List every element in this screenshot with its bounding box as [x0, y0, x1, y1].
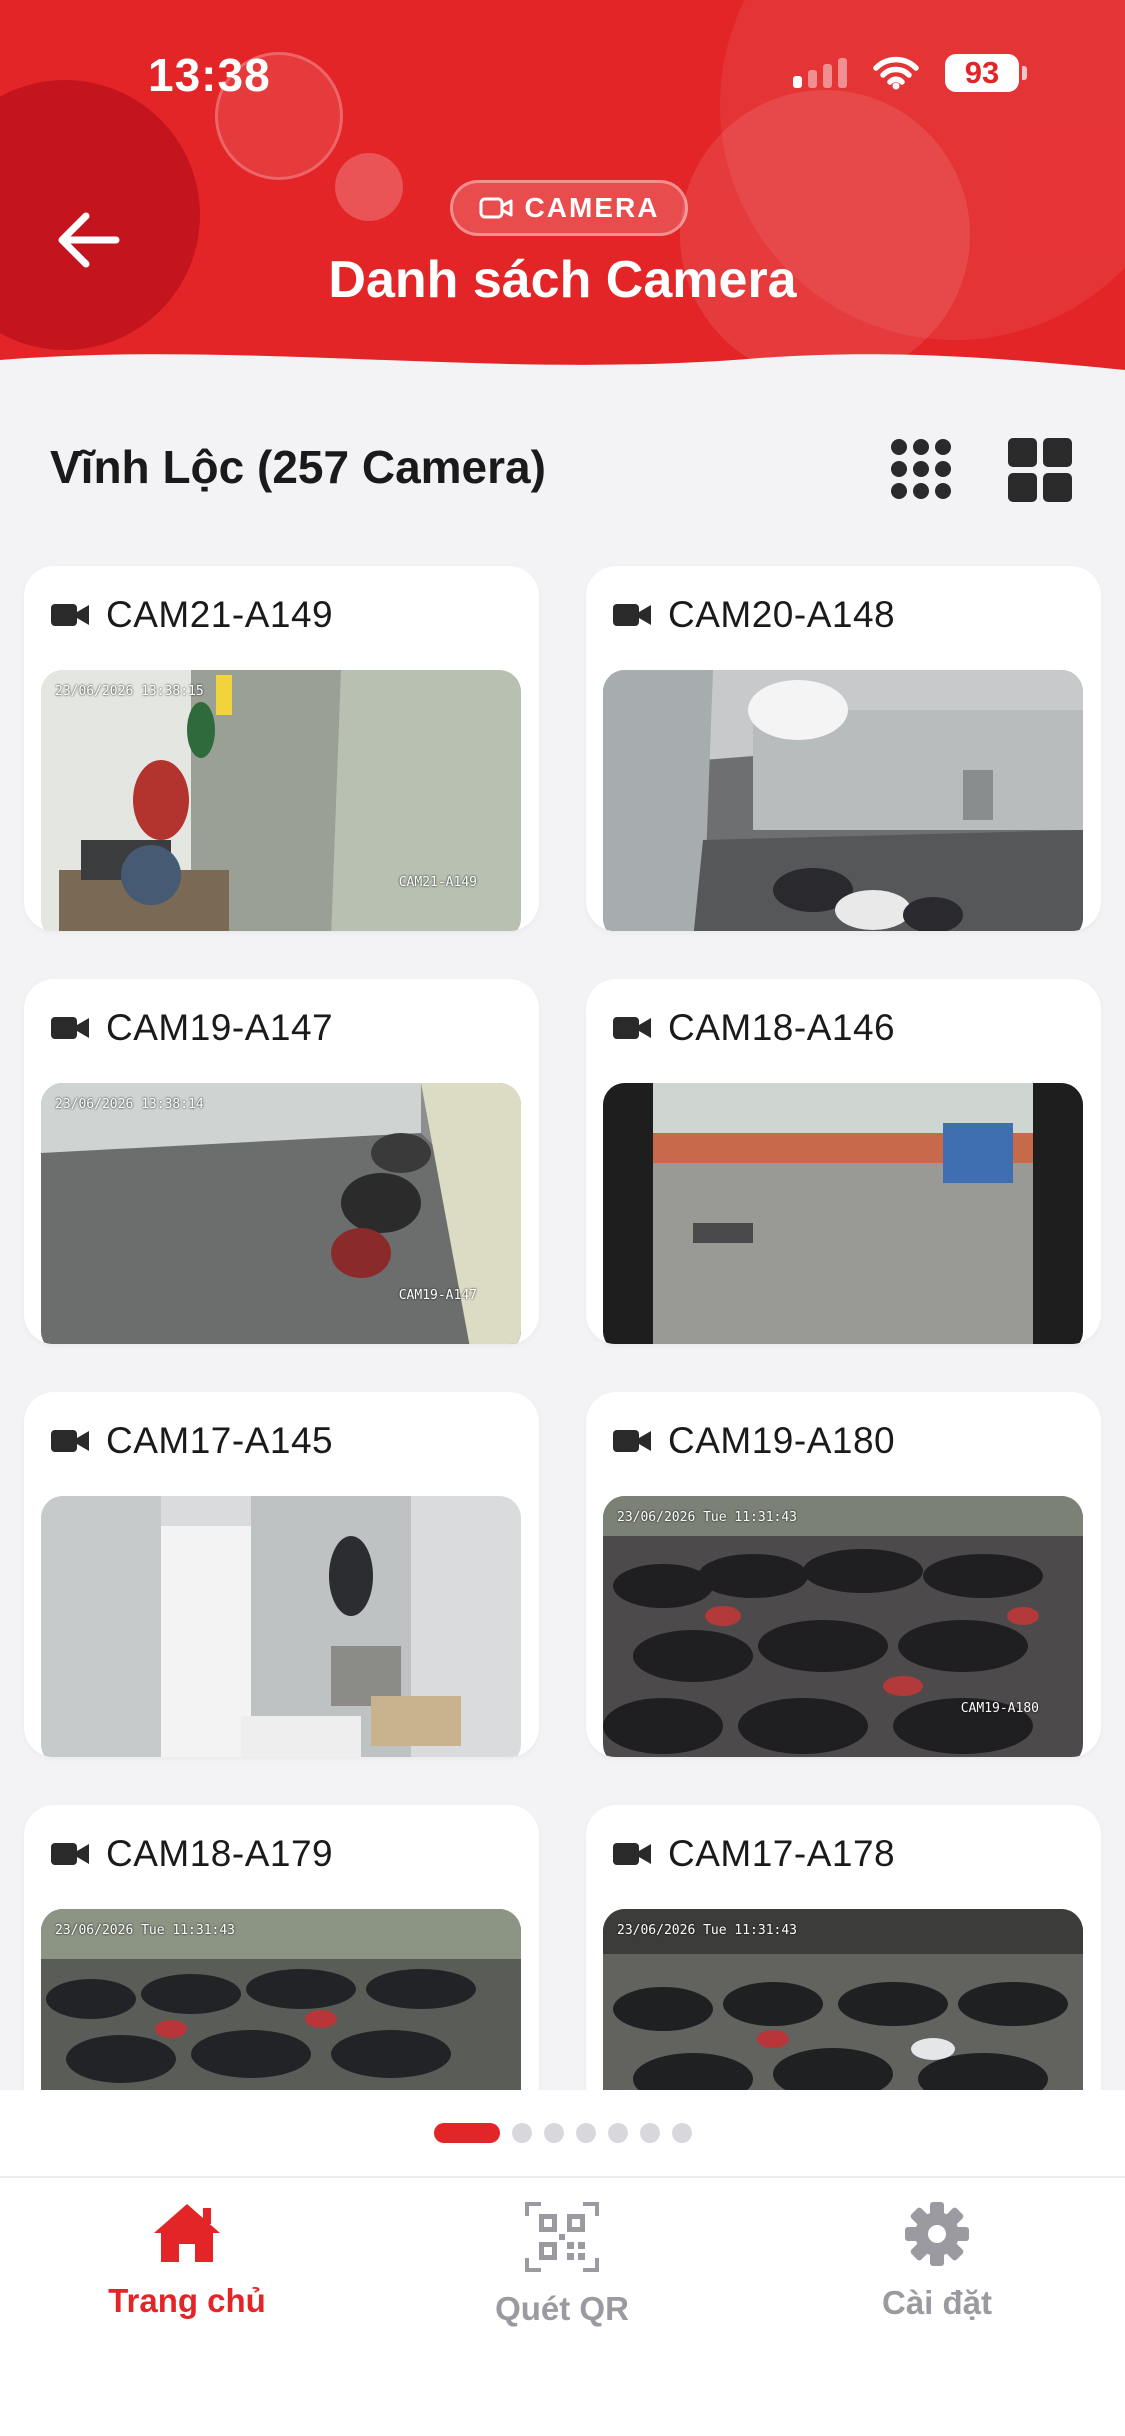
page-dot[interactable] — [575, 2123, 596, 2143]
camera-name: CAM19-A180 — [668, 1420, 896, 1461]
camera-card[interactable]: CAM18-A179 23/06/2026 Tue 11:31:43 — [24, 1805, 539, 2090]
camera-tag-overlay: CAM21-A149 — [398, 875, 477, 890]
page-dot[interactable] — [543, 2123, 564, 2143]
camera-thumbnail[interactable] — [603, 1083, 1083, 1344]
video-camera-icon — [479, 197, 513, 219]
video-camera-icon — [51, 1430, 89, 1452]
video-camera-icon — [613, 1430, 651, 1452]
camera-thumbnail[interactable]: 23/06/2026 Tue 11:31:43 — [603, 1909, 1083, 2090]
camera-thumbnail[interactable] — [41, 1496, 521, 1757]
timestamp-overlay: 23/06/2026 Tue 11:31:43 — [617, 1923, 798, 1938]
tab-scan-qr[interactable]: Quét QR — [432, 2200, 692, 2328]
camera-card[interactable]: CAM17-A145 — [24, 1392, 539, 1757]
camera-name: CAM19-A147 — [106, 1007, 334, 1048]
gear-icon — [905, 2202, 969, 2266]
timestamp-overlay: 23/06/2026 13:38:15 — [55, 684, 204, 699]
camera-badge-label: CAMERA — [524, 192, 660, 223]
page-dot[interactable] — [671, 2123, 692, 2143]
camera-thumbnail[interactable]: 23/06/2026 Tue 11:31:43 CAM19-A180 — [603, 1496, 1083, 1757]
qr-code-icon — [525, 2202, 599, 2272]
camera-name: CAM20-A148 — [668, 594, 896, 635]
header-wave — [0, 354, 1125, 400]
video-camera-icon — [613, 1843, 651, 1865]
page-dot[interactable] — [639, 2123, 660, 2143]
camera-card[interactable]: CAM21-A149 23/06/2026 13:38:15 CAM21-A14… — [24, 566, 539, 931]
home-icon — [154, 2204, 220, 2262]
cellular-signal-icon — [793, 58, 847, 88]
page-dot-active[interactable] — [433, 2123, 500, 2143]
video-camera-icon — [613, 604, 651, 626]
page-indicator — [0, 2090, 1125, 2176]
tab-home-label: Trang chủ — [108, 2282, 266, 2319]
tab-home[interactable]: Trang chủ — [57, 2200, 317, 2320]
video-camera-icon — [51, 1017, 89, 1039]
camera-card[interactable]: CAM18-A146 — [586, 979, 1101, 1344]
page-title: Danh sách Camera — [328, 251, 797, 309]
camera-name: CAM21-A149 — [106, 594, 334, 635]
camera-thumbnail[interactable]: 23/06/2026 13:38:14 CAM19-A147 — [41, 1083, 521, 1344]
status-time: 13:38 — [148, 49, 271, 101]
tab-settings-label: Cài đặt — [881, 2284, 993, 2321]
camera-thumbnail[interactable]: 23/06/2026 13:38:15 CAM21-A149 — [41, 670, 521, 931]
squares-grid-icon — [1008, 438, 1072, 502]
tab-settings[interactable]: Cài đặt — [807, 2200, 1067, 2322]
camera-name: CAM17-A145 — [106, 1420, 334, 1461]
app-header: 13:38 93 CAMERA Danh sách Camera — [0, 0, 1125, 400]
location-title: Vĩnh Lộc (257 Camera) — [50, 441, 546, 493]
camera-card[interactable]: CAM19-A147 23/06/2026 13:38:14 CAM19-A14… — [24, 979, 539, 1344]
camera-name: CAM18-A179 — [106, 1833, 334, 1874]
timestamp-overlay: 23/06/2026 Tue 11:31:43 — [617, 1510, 798, 1525]
tab-scan-qr-label: Quét QR — [495, 2290, 629, 2327]
grid-3x3-view-button[interactable] — [888, 436, 954, 502]
battery-icon: 93 — [945, 54, 1027, 92]
camera-grid: CAM21-A149 23/06/2026 13:38:15 CAM21-A14… — [0, 540, 1125, 2090]
status-icons: 93 — [793, 54, 1027, 92]
camera-thumbnail[interactable]: 23/06/2026 Tue 11:31:43 — [41, 1909, 521, 2090]
bottom-tab-bar: Trang chủ Quét QR Cài đặt — [0, 2176, 1125, 2436]
camera-name: CAM18-A146 — [668, 1007, 896, 1048]
grid-2x2-view-button[interactable] — [1006, 436, 1074, 504]
wifi-icon — [873, 56, 919, 90]
header-decoration — [335, 153, 403, 221]
camera-tag-overlay: CAM19-A147 — [398, 1288, 477, 1303]
video-camera-icon — [613, 1017, 651, 1039]
camera-card[interactable]: CAM17-A178 23/06/2026 Tue 11:31:43 — [586, 1805, 1101, 2090]
page-dot[interactable] — [511, 2123, 532, 2143]
camera-tag-overlay: CAM19-A180 — [960, 1701, 1039, 1716]
video-camera-icon — [51, 604, 89, 626]
camera-name: CAM17-A178 — [668, 1833, 896, 1874]
timestamp-overlay: 23/06/2026 13:38:14 — [55, 1097, 204, 1112]
dots-grid-icon — [891, 439, 951, 499]
video-camera-icon — [51, 1843, 89, 1865]
timestamp-overlay: 23/06/2026 Tue 11:31:43 — [55, 1923, 236, 1938]
camera-card[interactable]: CAM19-A180 23/06/2026 Tue 11:31:43 CAM19… — [586, 1392, 1101, 1757]
battery-level: 93 — [945, 54, 1019, 92]
camera-badge: CAMERA — [450, 180, 688, 236]
camera-thumbnail[interactable] — [603, 670, 1083, 931]
camera-card[interactable]: CAM20-A148 — [586, 566, 1101, 931]
page-dot[interactable] — [607, 2123, 628, 2143]
